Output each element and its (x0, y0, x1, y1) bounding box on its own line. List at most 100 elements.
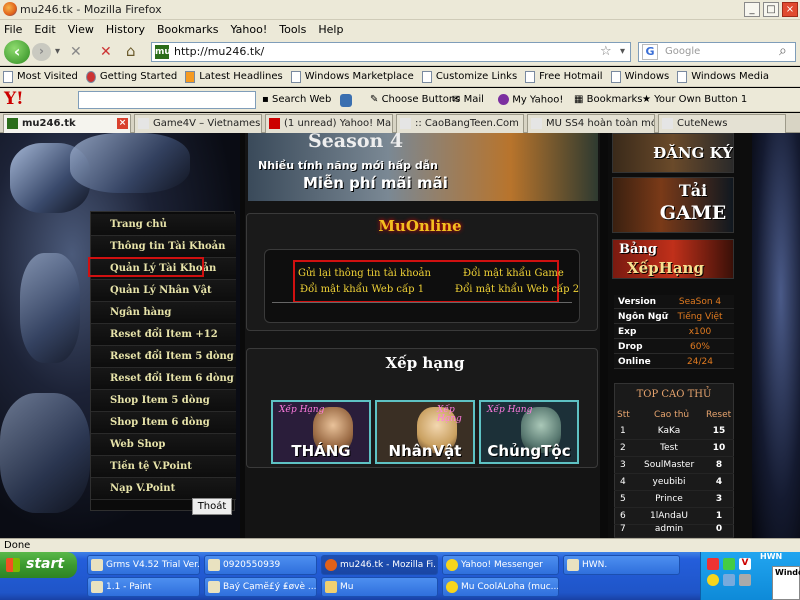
menu-thong-tin-tai-khoan[interactable]: Thông tin Tài Khoản (91, 236, 236, 258)
bookmark-customize-links[interactable]: Customize Links (421, 70, 517, 83)
menu-tools[interactable]: Tools (279, 23, 306, 36)
link-gui-lai-thong-tin[interactable]: Gửi lại thông tin tài khoản (298, 268, 431, 279)
rank-nhanvat-card[interactable]: Xếp Hạng NhânVật (375, 400, 475, 464)
taskbar-mu-coolaloha[interactable]: Mu CoolALoha (muc... (442, 577, 559, 597)
bookmark-getting-started[interactable]: Getting Started (85, 70, 177, 83)
yahoo-search-web-button[interactable]: ▪ Search Web (262, 94, 331, 105)
link-doi-mat-khau-web-2[interactable]: Đổi mật khẩu Web cấp 2 (455, 284, 579, 295)
table-row[interactable]: 2 Test 10 (614, 440, 734, 457)
own-button-1[interactable]: ★ Your Own Button 1 (642, 94, 747, 105)
tab-caobangteen[interactable]: :: CaoBangTeen.Com ::... (396, 114, 524, 133)
my-yahoo-button[interactable]: My Yahoo! (498, 94, 563, 106)
bookmark-star-icon[interactable]: ☆ (600, 43, 612, 61)
minimize-button[interactable]: _ (744, 2, 760, 17)
bookmark-free-hotmail[interactable]: Free Hotmail (525, 70, 603, 83)
search-box[interactable]: G Google ⌕ (638, 42, 796, 62)
bookmark-latest-headlines[interactable]: Latest Headlines (185, 70, 283, 83)
stop-icon[interactable]: ✕ (100, 44, 112, 60)
search-icon[interactable]: ⌕ (779, 42, 787, 60)
menu-shop-item-5-dong[interactable]: Shop Item 5 dòng (91, 390, 236, 412)
table-row[interactable]: 1 KaKa 15 (614, 423, 734, 440)
yahoo-mail-button[interactable]: ✉ Mail (452, 94, 484, 105)
maximize-button[interactable]: □ (763, 2, 779, 17)
menu-tien-te-vpoint[interactable]: Tiền tệ V.Point (91, 456, 236, 478)
menu-shop-item-6-dong[interactable]: Shop Item 6 dòng (91, 412, 236, 434)
bookmark-most-visited[interactable]: Most Visited (3, 70, 78, 83)
start-button[interactable]: start (0, 552, 77, 578)
menu-trang-chu[interactable]: Trang chủ (91, 214, 236, 236)
tray-icon[interactable] (723, 574, 735, 586)
tab-cutenews[interactable]: CuteNews (658, 114, 786, 133)
forward-button[interactable]: › (32, 43, 51, 61)
menu-web-shop[interactable]: Web Shop (91, 434, 236, 456)
close-button[interactable]: × (782, 2, 798, 17)
account-menu: Trang chủ Thông tin Tài Khoản Quản Lý Tà… (90, 211, 236, 511)
url-dropdown-icon[interactable]: ▾ (620, 43, 625, 61)
address-bar[interactable]: mu http://mu246.tk/ ☆ ▾ (151, 42, 631, 62)
history-dropdown-icon[interactable]: ▾ (55, 46, 60, 57)
tai-game-banner[interactable]: Tải GAME (612, 177, 734, 233)
yahoo-logo[interactable]: Y! (4, 89, 24, 109)
link-doi-mat-khau-web-1[interactable]: Đổi mật khẩu Web cấp 1 (300, 284, 424, 295)
rank-thang-card[interactable]: Xếp Hạng THÁNG (271, 400, 371, 464)
link-doi-mat-khau-game[interactable]: Đổi mật khẩu Game (463, 268, 564, 279)
reload-icon[interactable]: ✕ (70, 44, 82, 60)
app-icon (567, 559, 579, 571)
tab-yahoo-mail[interactable]: (1 unread) Yahoo! Ma... (265, 114, 393, 133)
table-row[interactable]: 3 SoulMaster 8 (614, 457, 734, 474)
menu-reset-item-12[interactable]: Reset đổi Item +12 (91, 324, 236, 346)
back-button[interactable]: ‹ (4, 40, 30, 64)
home-icon[interactable]: ⌂ (126, 42, 136, 60)
menu-nap-vpoint[interactable]: Nạp V.Point (91, 478, 236, 500)
menu-yahoo[interactable]: Yahoo! (230, 23, 267, 36)
tray-window-preview[interactable]: Windo (772, 566, 800, 600)
taskbar-yahoo-messenger[interactable]: Yahoo! Messenger (442, 555, 559, 575)
bookmark-windows[interactable]: Windows (610, 70, 669, 83)
tray-icon[interactable] (723, 558, 735, 570)
site-favicon: mu (155, 45, 171, 59)
tab-mu-ss4[interactable]: MU SS4 hoàn toàn mớ... (527, 114, 655, 133)
choose-buttons-button[interactable]: ✎ Choose Buttons (370, 94, 460, 105)
app-icon (91, 559, 103, 571)
tray-icon[interactable] (739, 574, 751, 586)
tab-game4v[interactable]: Game4V – Vietnamese... (134, 114, 262, 133)
tray-icon[interactable]: V (739, 558, 751, 570)
banner-season: Season 4 (308, 133, 404, 152)
taskbar-grms[interactable]: Grms V4.52 Trial Ver... (87, 555, 200, 575)
menu-help[interactable]: Help (318, 23, 343, 36)
yahoo-search-input[interactable] (78, 91, 256, 109)
col-header-reset: Reset (706, 410, 732, 420)
taskbar-bay-game[interactable]: Baý Cạmĕ£ý ₤øvè ... (204, 577, 317, 597)
table-row[interactable]: 5 Prince 3 (614, 491, 734, 508)
menu-quan-ly-nhan-vat[interactable]: Quản Lý Nhân Vật (91, 280, 236, 302)
menu-edit[interactable]: Edit (34, 23, 55, 36)
table-row[interactable]: 4 yeubibi 4 (614, 474, 734, 491)
google-engine-icon[interactable]: G (642, 44, 658, 60)
dang-ky-banner[interactable]: ĐĂNG KÝ (612, 133, 734, 173)
tray-icon[interactable] (707, 574, 719, 586)
menu-reset-item-6-dong[interactable]: Reset đổi Item 6 dòng (91, 368, 236, 390)
taskbar-firefox[interactable]: mu246.tk - Mozilla Fi... (321, 555, 438, 575)
tab-mu246[interactable]: mu246.tk × (3, 114, 131, 133)
bookmark-windows-marketplace[interactable]: Windows Marketplace (290, 70, 414, 83)
menu-ngan-hang[interactable]: Ngân hàng (91, 302, 236, 324)
table-row[interactable]: 7 admin 0 (614, 521, 734, 538)
taskbar-paint[interactable]: 1.1 - Paint (87, 577, 200, 597)
taskbar-mu-folder[interactable]: Mu (321, 577, 438, 597)
shield-icon[interactable] (340, 94, 352, 107)
taskbar-hwn[interactable]: HWN. (563, 555, 680, 575)
menu-view[interactable]: View (68, 23, 94, 36)
tab-close-icon[interactable]: × (117, 118, 128, 129)
col-header-stt: Stt (617, 410, 630, 420)
menu-file[interactable]: File (4, 23, 22, 36)
menu-history[interactable]: History (106, 23, 145, 36)
bang-xep-hang-banner[interactable]: Bảng XếpHạng (612, 239, 734, 279)
rank-chungtoc-card[interactable]: Xếp Hạng ChủngTộc (479, 400, 579, 464)
taskbar-phone[interactable]: 0920550939 (204, 555, 317, 575)
bookmark-windows-media[interactable]: Windows Media (677, 70, 769, 83)
logout-button[interactable]: Thoát (192, 498, 232, 515)
menu-reset-item-5-dong[interactable]: Reset đổi Item 5 dòng (91, 346, 236, 368)
menu-bookmarks[interactable]: Bookmarks (157, 23, 218, 36)
yahoo-bookmarks-button[interactable]: ▦ Bookmarks (574, 94, 643, 105)
tray-icon[interactable] (707, 558, 719, 570)
